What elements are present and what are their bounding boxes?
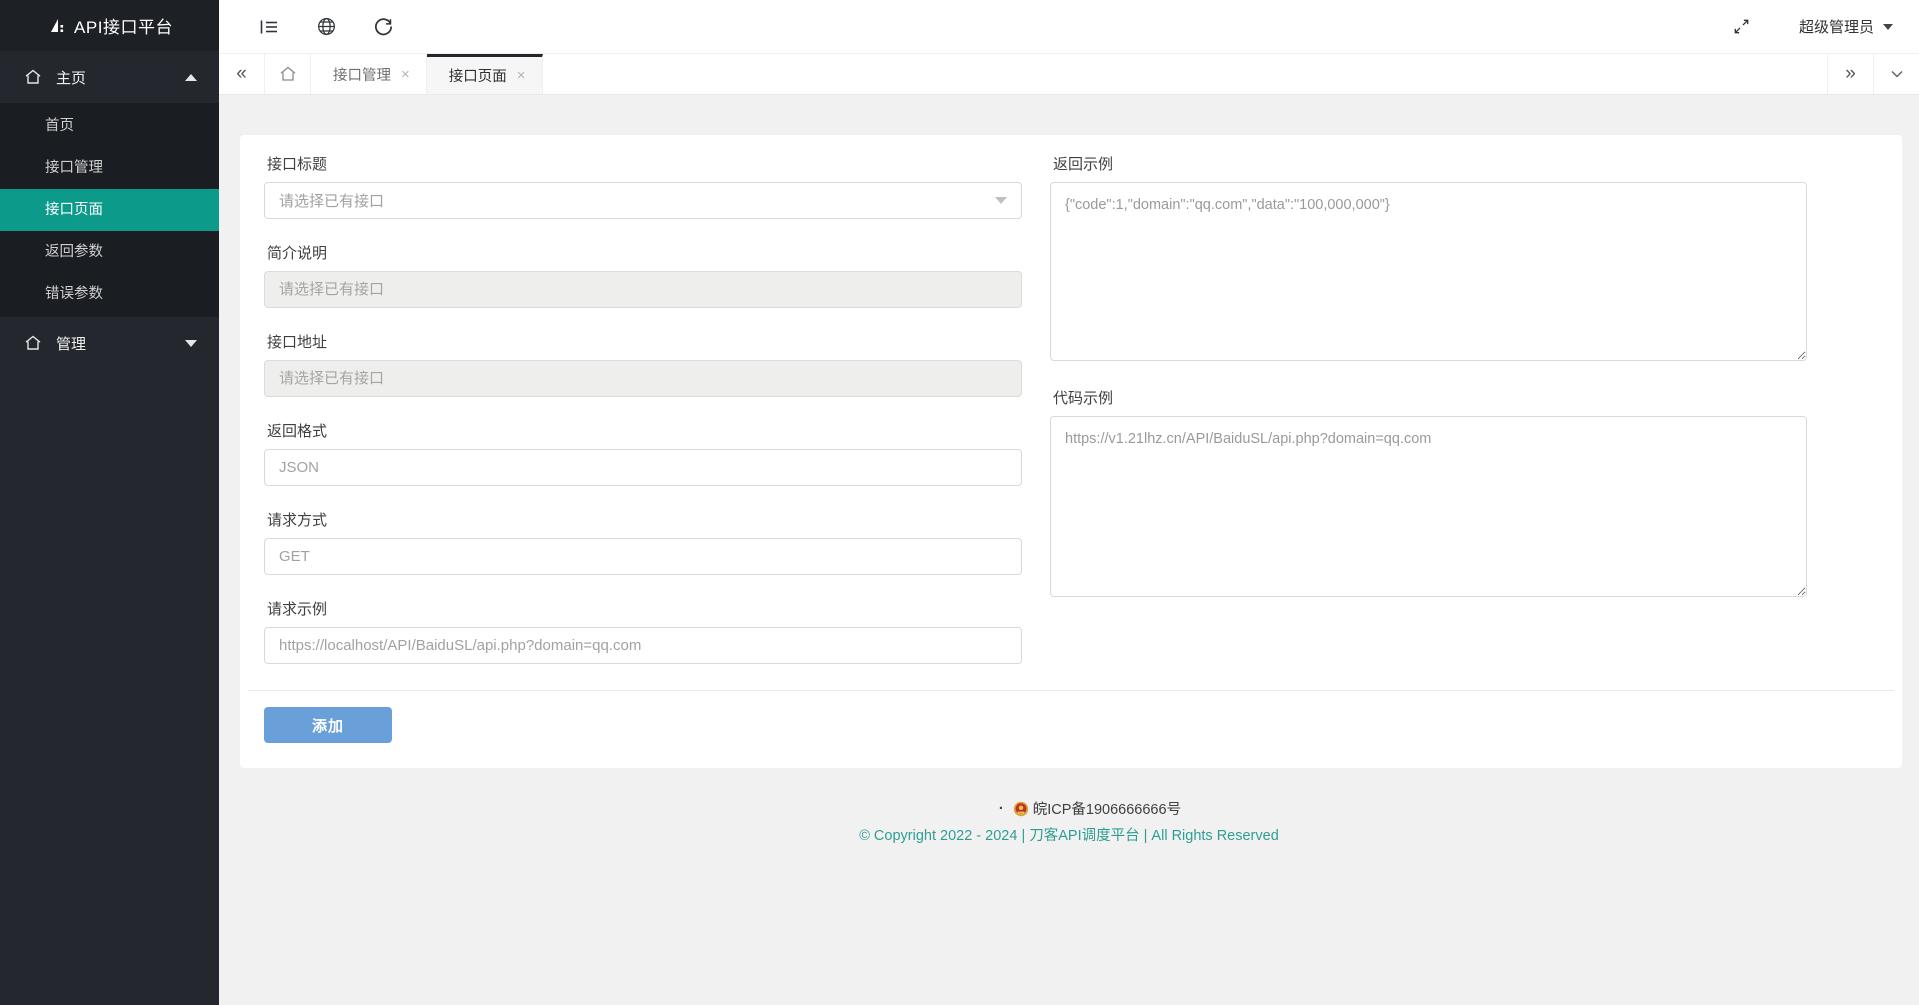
api-url-input[interactable]: [264, 360, 1022, 397]
field-label: 简介说明: [267, 242, 1022, 263]
close-icon[interactable]: ×: [517, 67, 526, 84]
api-title-select[interactable]: 请选择已有接口: [264, 182, 1022, 219]
field-return-example: 返回示例 {"code":1,"domain":"qq.com","data":…: [1050, 153, 1807, 361]
field-label: 请求示例: [267, 598, 1022, 619]
tab-bar: « 接口管理 × 接口页面 × »: [219, 54, 1919, 95]
fullscreen-icon[interactable]: [1729, 14, 1755, 40]
return-example-textarea[interactable]: {"code":1,"domain":"qq.com","data":"100,…: [1050, 182, 1807, 361]
close-icon[interactable]: ×: [401, 66, 410, 83]
icp-link[interactable]: 皖ICP备1906666666号: [1033, 798, 1181, 819]
sidebar-section-label: 管理: [56, 333, 185, 354]
page-content: 接口标题 请选择已有接口 简介说明 接口地址: [219, 95, 1919, 1005]
app-logo: API接口平台: [0, 0, 219, 51]
select-value: 请选择已有接口: [279, 190, 384, 211]
sidebar-item-return-params[interactable]: 返回参数: [0, 231, 219, 273]
form-right-column: 返回示例 {"code":1,"domain":"qq.com","data":…: [1050, 153, 1807, 597]
app-window: API接口平台 主页 首页 接口管理 接口页面 返回参数 错误参数: [0, 0, 1919, 1005]
field-api-title: 接口标题 请选择已有接口: [264, 153, 1022, 219]
sidebar-nav: 主页 首页 接口管理 接口页面 返回参数 错误参数 管理: [0, 51, 219, 369]
return-format-input[interactable]: [264, 449, 1022, 486]
field-label: 请求方式: [267, 509, 1022, 530]
add-button[interactable]: 添加: [264, 707, 392, 743]
tab-api-manage[interactable]: 接口管理 ×: [311, 54, 427, 94]
chevron-down-icon: [185, 340, 197, 347]
home-icon: [24, 334, 42, 352]
chevron-down-icon: [1883, 24, 1893, 30]
field-code-example: 代码示例 https://v1.21lhz.cn/API/BaiduSL/api…: [1050, 387, 1807, 597]
sidebar: API接口平台 主页 首页 接口管理 接口页面 返回参数 错误参数: [0, 0, 219, 1005]
sidebar-item-index[interactable]: 首页: [0, 105, 219, 147]
request-method-input[interactable]: [264, 538, 1022, 575]
field-return-format: 返回格式: [264, 420, 1022, 486]
logo-icon: [46, 16, 66, 36]
api-description-input[interactable]: [264, 271, 1022, 308]
menu-fold-icon[interactable]: [256, 14, 282, 40]
field-request-method: 请求方式: [264, 509, 1022, 575]
sidebar-item-api-page[interactable]: 接口页面: [0, 189, 219, 231]
sidebar-section-label: 主页: [56, 67, 185, 88]
sidebar-item-api-manage[interactable]: 接口管理: [0, 147, 219, 189]
code-example-textarea[interactable]: https://v1.21lhz.cn/API/BaiduSL/api.php?…: [1050, 416, 1807, 597]
refresh-icon[interactable]: [370, 14, 396, 40]
request-example-input[interactable]: [264, 627, 1022, 664]
sidebar-section-home[interactable]: 主页: [0, 51, 219, 103]
chevron-up-icon: [185, 74, 197, 81]
field-api-url: 接口地址: [264, 331, 1022, 397]
tabbar-spacer: [543, 54, 1827, 94]
app-title: API接口平台: [74, 13, 173, 38]
main-area: 超级管理员 « 接口管理 × 接口页面 × »: [219, 0, 1919, 1005]
tabs-menu-button[interactable]: [1873, 54, 1919, 94]
footer-dot: ·: [999, 801, 1004, 817]
tab-api-page[interactable]: 接口页面 ×: [427, 54, 543, 94]
tabs-scroll-left-button[interactable]: «: [219, 54, 265, 94]
tab-label: 接口页面: [449, 65, 507, 86]
form-left-column: 接口标题 请选择已有接口 简介说明 接口地址: [264, 153, 1022, 664]
globe-icon[interactable]: [313, 14, 339, 40]
police-badge-icon: [1013, 801, 1029, 817]
tabs-scroll-right-button[interactable]: »: [1827, 54, 1873, 94]
tab-label: 接口管理: [333, 64, 391, 85]
field-api-description: 简介说明: [264, 242, 1022, 308]
form-divider: [248, 690, 1894, 691]
field-label: 接口地址: [267, 331, 1022, 352]
chevron-down-icon: [995, 197, 1007, 204]
user-name: 超级管理员: [1799, 16, 1874, 37]
user-menu[interactable]: 超级管理员: [1799, 16, 1893, 37]
field-label: 返回格式: [267, 420, 1022, 441]
field-label: 代码示例: [1053, 387, 1807, 408]
page-footer: · 皖ICP备1906666666号 © Copyright 2022 - 20…: [219, 798, 1919, 845]
sidebar-submenu: 首页 接口管理 接口页面 返回参数 错误参数: [0, 103, 219, 317]
field-label: 接口标题: [267, 153, 1022, 174]
sidebar-section-admin[interactable]: 管理: [0, 317, 219, 369]
form-card: 接口标题 请选择已有接口 简介说明 接口地址: [240, 135, 1902, 768]
icp-line: · 皖ICP备1906666666号: [261, 798, 1919, 819]
field-request-example: 请求示例: [264, 598, 1022, 664]
field-label: 返回示例: [1053, 153, 1807, 174]
home-icon: [24, 68, 42, 86]
top-header: 超级管理员: [219, 0, 1919, 54]
copyright-text: © Copyright 2022 - 2024 | 刀客API调度平台 | Al…: [219, 824, 1919, 845]
sidebar-item-error-params[interactable]: 错误参数: [0, 273, 219, 315]
tab-home-button[interactable]: [265, 54, 311, 94]
